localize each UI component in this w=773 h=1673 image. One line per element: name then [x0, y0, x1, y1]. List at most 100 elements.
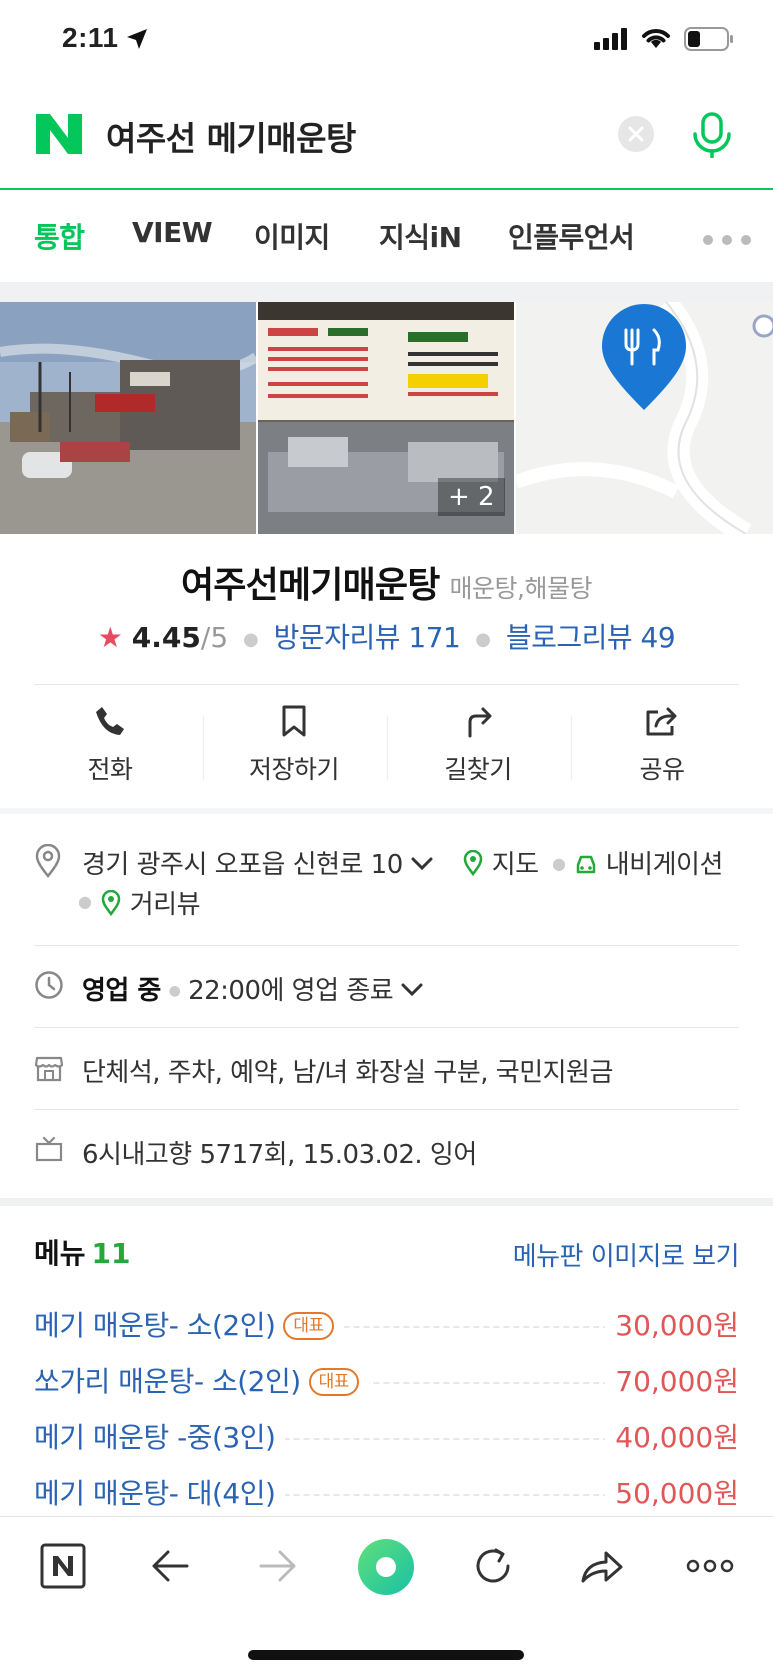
separator-dot: ●	[78, 892, 92, 911]
naver-logo-icon[interactable]	[36, 114, 82, 154]
refresh-icon[interactable]	[472, 1545, 514, 1587]
photo-strip: + 2	[0, 302, 773, 534]
clear-search-button[interactable]	[618, 116, 654, 152]
menu-item-name: 메기 매운탕 -중(3인)	[34, 1416, 286, 1456]
map-thumbnail[interactable]	[516, 302, 773, 534]
microphone-icon[interactable]	[690, 112, 734, 158]
menu-item-price: 50,000원	[605, 1472, 739, 1512]
menu-item-price: 40,000원	[605, 1416, 739, 1456]
menu-image-link[interactable]: 메뉴판 이미지로 보기	[513, 1236, 740, 1273]
closing-time: 22:00에 영업 종료	[188, 976, 394, 1006]
more-options-icon[interactable]	[686, 1559, 734, 1573]
battery-icon	[684, 27, 733, 51]
home-indicator	[248, 1650, 524, 1660]
separator-dot: ●	[168, 983, 181, 999]
menu-board-photo[interactable]: + 2	[258, 302, 514, 534]
address-value: 경기 광주시 오포읍 신현로 10	[82, 850, 403, 880]
back-arrow-icon[interactable]	[150, 1549, 190, 1583]
divider	[34, 684, 739, 685]
separator-dot: ●	[552, 854, 566, 873]
search-tabs: 통합 VIEW 이미지 지식iN 인플루언서	[0, 192, 773, 282]
menu-count: 11	[91, 1237, 131, 1270]
menu-item[interactable]: 메기 매운탕- 소(2인) 대표 30,000원	[34, 1304, 739, 1348]
address-text[interactable]: 경기 광주시 오포읍 신현로 10	[82, 844, 433, 881]
search-input[interactable]: 여주선 메기매운탕	[106, 112, 356, 160]
menu-item[interactable]: 메기 매운탕- 대(4인) 50,000원	[34, 1472, 739, 1516]
share-arrow-icon[interactable]	[580, 1547, 624, 1585]
directions-button[interactable]: 길찾기	[386, 704, 570, 786]
status-time: 2:11	[62, 22, 119, 53]
tab-influencer[interactable]: 인플루언서	[508, 216, 635, 256]
hours-text[interactable]: 영업 중 ● 22:00에 영업 종료	[82, 970, 423, 1007]
navigation-link-label: 내비게이션	[605, 850, 724, 880]
status-bar: 2:11	[0, 0, 773, 84]
tab-images[interactable]: 이미지	[254, 216, 330, 256]
map-pin-icon	[101, 889, 121, 917]
menu-item-price: 30,000원	[605, 1304, 739, 1344]
rating-row: ★ 4.45/5 ● 방문자리뷰 171 ● 블로그리뷰 49	[0, 616, 773, 656]
blog-reviews-link[interactable]: 블로그리뷰 49	[506, 621, 676, 654]
section-divider	[0, 1198, 773, 1206]
menu-item[interactable]: 쏘가리 매운탕- 소(2인) 대표 70,000원	[34, 1360, 739, 1404]
location-pin-icon	[35, 844, 61, 878]
menu-item-name: 메기 매운탕- 소(2인) 대표	[34, 1304, 344, 1344]
separator-dot: ●	[475, 628, 491, 650]
car-icon	[576, 855, 596, 874]
amenities-text: 단체석, 주차, 예약, 남/녀 화장실 구분, 국민지원금	[82, 1058, 613, 1088]
section-divider	[0, 808, 773, 814]
more-tabs-icon[interactable]	[702, 234, 752, 246]
chevron-down-icon[interactable]	[401, 983, 423, 997]
save-button[interactable]: 저장하기	[202, 704, 386, 786]
action-bar: 전화 저장하기 길찾기 공유	[0, 686, 773, 806]
divider	[34, 945, 739, 946]
search-bar: 여주선 메기매운탕	[0, 84, 773, 190]
map-link[interactable]: 지도	[462, 844, 539, 881]
separator-dot: ●	[243, 628, 259, 650]
menu-item-name: 쏘가리 매운탕- 소(2인) 대표	[34, 1360, 369, 1400]
signature-badge: 대표	[308, 1368, 359, 1396]
clock-icon	[35, 971, 63, 999]
place-category: 매운탕,해물탕	[449, 574, 593, 603]
green-dot-icon[interactable]	[356, 1537, 416, 1597]
tab-knowledge-in[interactable]: 지식iN	[379, 216, 462, 256]
location-arrow-icon	[127, 29, 147, 49]
visitor-reviews-link[interactable]: 방문자리뷰 171	[274, 621, 461, 654]
navigation-link[interactable]: 내비게이션	[574, 844, 723, 881]
naver-home-icon[interactable]	[40, 1543, 86, 1589]
forward-arrow-icon[interactable]	[258, 1549, 298, 1583]
directions-label: 길찾기	[444, 755, 512, 784]
menu-title: 메뉴	[34, 1237, 86, 1270]
chevron-down-icon[interactable]	[411, 857, 433, 871]
menu-heading: 메뉴 11	[34, 1232, 131, 1272]
share-label: 공유	[639, 755, 685, 784]
star-icon: ★	[97, 621, 123, 654]
place-name[interactable]: 여주선메기매운탕	[181, 565, 440, 606]
bookmark-icon	[282, 705, 306, 737]
tv-appearance-text: 6시내고향 5717회, 15.03.02. 잉어	[82, 1140, 477, 1170]
save-label: 저장하기	[248, 755, 340, 784]
map-link-label: 지도	[491, 850, 539, 880]
signature-badge: 대표	[283, 1312, 334, 1340]
rating-score: 4.45	[131, 621, 201, 654]
menu-item-name: 메기 매운탕- 대(4인)	[34, 1472, 286, 1512]
share-button[interactable]: 공유	[570, 704, 754, 786]
cellular-signal-icon	[594, 28, 627, 50]
rating-max: /5	[200, 621, 229, 654]
call-label: 전화	[87, 755, 133, 784]
menu-item[interactable]: 메기 매운탕 -중(3인) 40,000원	[34, 1416, 739, 1460]
streetview-link[interactable]: 거리뷰	[100, 884, 201, 921]
storefront-photo[interactable]	[0, 302, 256, 534]
divider	[34, 1109, 739, 1110]
section-divider	[0, 282, 773, 302]
directions-icon	[468, 707, 492, 738]
more-photos-count: + 2	[438, 478, 505, 516]
tab-view[interactable]: VIEW	[132, 216, 213, 249]
menu-item-label: 쏘가리 매운탕- 소(2인)	[34, 1365, 301, 1398]
tab-integrated[interactable]: 통합	[34, 216, 85, 256]
share-icon	[646, 707, 677, 736]
streetview-link-label: 거리뷰	[129, 890, 201, 920]
call-button[interactable]: 전화	[18, 704, 202, 786]
phone-icon	[96, 707, 124, 735]
menu-item-label: 메기 매운탕- 소(2인)	[34, 1309, 276, 1342]
close-icon	[628, 126, 644, 142]
